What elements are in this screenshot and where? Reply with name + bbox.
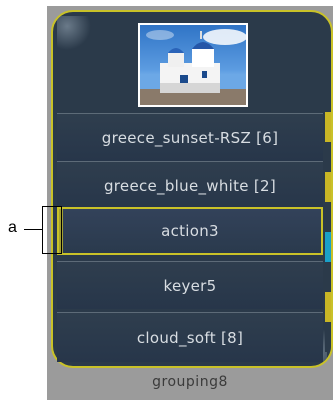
group-name-label: grouping8 <box>152 374 228 390</box>
list-item-selected[interactable]: action3 <box>57 207 323 255</box>
list-item[interactable]: greece_blue_white [2] <box>57 161 323 209</box>
list-item[interactable]: greece_sunset-RSZ [6] <box>57 113 323 161</box>
list-item-label: greece_blue_white [2] <box>103 176 277 195</box>
callout-line <box>24 229 42 230</box>
callout-bracket <box>42 206 62 254</box>
side-color-strip <box>325 112 331 352</box>
list-item-label: greece_sunset-RSZ [6] <box>101 128 279 147</box>
list-item-label: cloud_soft [8] <box>136 328 244 347</box>
callout-letter: a <box>8 219 17 236</box>
thumbnail-image <box>138 23 248 107</box>
list-item-label: action3 <box>161 222 219 240</box>
list-item-label: keyer5 <box>163 276 217 295</box>
corner-highlight <box>57 16 91 50</box>
list-item[interactable]: keyer5 <box>57 261 323 309</box>
list-item[interactable]: cloud_soft [8] <box>57 312 323 362</box>
